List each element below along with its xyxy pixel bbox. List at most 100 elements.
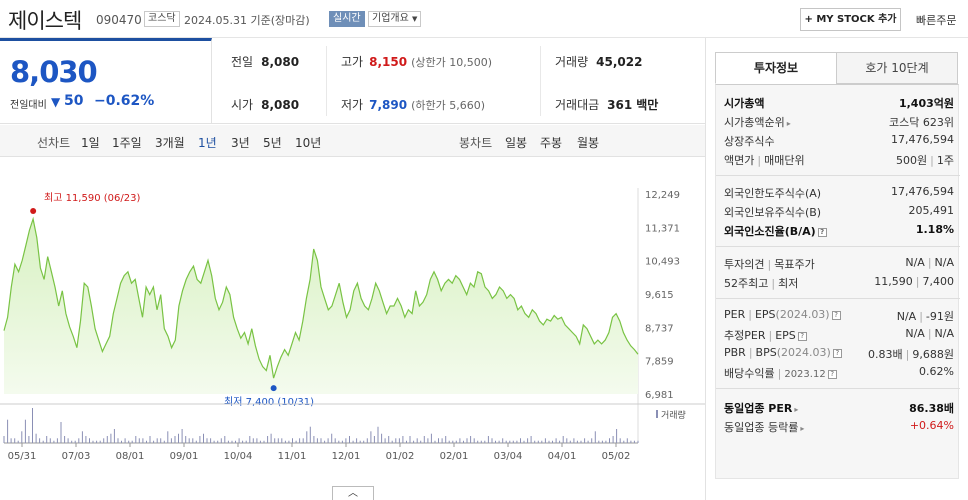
high-label: 최고 11,590 (06/23) (44, 192, 140, 204)
change-percent: −0.62% (94, 93, 155, 109)
divider (716, 175, 960, 176)
period-3y[interactable]: 3년 (231, 134, 250, 151)
candle-weekly[interactable]: 주봉 (540, 134, 562, 151)
y-tick-label: 8,737 (645, 323, 674, 334)
low-label: 최저 7,400 (10/31) (224, 396, 314, 408)
price-chart-svg: 12,249 11,371 10,493 9,615 8,737 7,859 6,981 최고… (0, 188, 705, 462)
realtime-button[interactable]: 실시간 (329, 11, 365, 27)
help-icon[interactable]: ? (797, 332, 807, 341)
y-tick-label: 7,859 (645, 357, 674, 368)
listed-shares-row: 상장주식수 17,476,594 (724, 133, 954, 148)
foreign-holding-row: 외국인보유주식수(B) 205,491 (724, 204, 954, 219)
help-icon[interactable]: ? (827, 370, 837, 379)
estimated-per-row: 추정PER | EPS? N/A | N/A (724, 327, 954, 342)
divider (716, 298, 960, 299)
volume-legend-label: 거래량 (661, 409, 686, 421)
volume: 거래량 45,022 (555, 55, 643, 69)
add-mystock-button[interactable]: + MY STOCK 추가 (800, 8, 901, 31)
high-marker (30, 208, 37, 215)
x-tick-label: 07/03 (62, 451, 91, 462)
period-1w[interactable]: 1주일 (112, 134, 142, 151)
investment-info-table: 시가총액 1,403억원 시가총액순위 ▸ 코스닥 623위 상장주식수 17,476,… (715, 84, 960, 479)
quote-summary: 8,030 전일대비 ▼ 50 −0.62% 전일 8,080 시가 8,080 고… (0, 38, 705, 124)
x-tick-label: 05/02 (602, 451, 631, 462)
change-value: 50 (64, 93, 84, 109)
down-arrow-icon: ▼ (51, 95, 61, 109)
x-tick-label: 10/04 (224, 451, 253, 462)
y-tick-label: 11,371 (645, 223, 680, 234)
change-label: 전일대비 (10, 100, 47, 111)
x-tick-label: 03/04 (494, 451, 523, 462)
market-cap-row: 시가총액 1,403억원 (724, 97, 954, 110)
investment-panel: 투자정보 호가 10단계 시가총액 1,403억원 시가총액순위 ▸ 코스닥 623위… (705, 38, 968, 500)
x-tick-label: 08/01 (116, 451, 145, 462)
market-cap-rank-row: 시가총액순위 ▸ 코스닥 623위 (724, 116, 954, 129)
current-price: 8,030 (10, 55, 98, 89)
x-tick-label: 11/01 (278, 451, 307, 462)
par-value-row: 액면가 | 매매단위 500원 | 1주 (724, 154, 954, 167)
y-tick-label: 12,249 (645, 190, 680, 201)
candle-daily[interactable]: 일봉 (505, 134, 527, 151)
current-price-box: 8,030 전일대비 ▼ 50 −0.62% (0, 38, 212, 124)
52week-row: 52주최고 | 최저 11,590 | 7,400 (724, 275, 954, 290)
period-1d[interactable]: 1일 (81, 134, 100, 151)
x-tick-label: 09/01 (170, 451, 199, 462)
high-price: 고가 8,150 (상한가 10,500) (341, 55, 492, 69)
low-marker (270, 385, 277, 392)
caret-right-icon: ▸ (786, 119, 791, 128)
line-chart-label: 선차트 (37, 136, 71, 150)
y-tick-label: 9,615 (645, 290, 674, 301)
stock-header: 제이스텍 090470 코스닥 2024.05.31 기준(장마감) 실시간 기… (0, 0, 968, 38)
price-area-fill (4, 219, 638, 394)
quick-order-link[interactable]: 빠른주문 (916, 12, 956, 28)
help-icon[interactable]: ? (832, 349, 842, 358)
y-tick-label: 6,981 (645, 390, 674, 401)
tab-investment-info[interactable]: 투자정보 (715, 52, 837, 84)
low-price: 저가 7,890 (하한가 5,660) (341, 98, 485, 112)
panel-tabs: 투자정보 호가 10단계 (715, 52, 959, 84)
x-tick-label: 01/02 (386, 451, 415, 462)
x-tick-label: 02/01 (440, 451, 469, 462)
stock-name: 제이스텍 (8, 9, 82, 33)
pbr-row: PBR | BPS(2024.03)? 0.83배 | 9,688원 (724, 346, 954, 361)
caret-right-icon: ▸ (794, 405, 799, 414)
foreign-limit-row: 외국인한도주식수(A) 17,476,594 (724, 185, 954, 200)
price-chart[interactable]: 12,249 11,371 10,493 9,615 8,737 7,859 6,981 최고… (0, 158, 705, 500)
y-tick-label: 10,493 (645, 257, 680, 268)
chevron-up-icon: ︿ (348, 488, 358, 499)
candle-monthly[interactable]: 월봉 (577, 134, 599, 151)
period-3m[interactable]: 3개월 (155, 134, 185, 151)
x-tick-label: 12/01 (332, 451, 361, 462)
open-price: 시가 8,080 (231, 98, 300, 112)
prev-close: 전일 8,080 (231, 55, 300, 69)
market-badge: 코스닥 (144, 11, 180, 27)
caret-right-icon: ▸ (800, 424, 805, 433)
per-row: PER | EPS(2024.03)? N/A | -91원 (724, 308, 954, 323)
opinion-row: 투자의견 | 목표주가 N/A | N/A (724, 256, 954, 271)
dividend-yield-row: 배당수익률 | 2023.12? 0.62% (724, 365, 954, 380)
candle-chart-label: 봉차트 (459, 136, 493, 150)
divider (540, 46, 541, 116)
expand-chart-button[interactable]: ︿ (332, 486, 374, 500)
divider (326, 46, 327, 116)
help-icon[interactable]: ? (817, 228, 827, 237)
period-5y[interactable]: 5년 (263, 134, 282, 151)
trade-amount: 거래대금 361 백만 (555, 98, 659, 112)
foreign-ratio-row: 외국인소진율(B/A)? 1.18% (724, 223, 954, 238)
period-selector: 선차트 1일 1주일 3개월 1년 3년 5년 10년 봉차트 일봉 주봉 월봉 (0, 125, 705, 157)
company-overview-dropdown[interactable]: 기업개요 ▼ (368, 11, 422, 27)
stock-code: 090470 (96, 13, 142, 27)
help-icon[interactable]: ? (831, 311, 841, 320)
period-1y[interactable]: 1년 (198, 134, 217, 151)
sector-change-row: 동일업종 등락률 ▸ +0.64% (724, 419, 954, 434)
quote-date: 2024.05.31 기준(장마감) (184, 14, 310, 27)
divider (716, 246, 960, 247)
divider (716, 388, 960, 389)
tab-orderbook[interactable]: 호가 10단계 (836, 52, 958, 84)
sector-per-row: 동일업종 PER ▸ 86.38배 (724, 402, 954, 415)
period-10y[interactable]: 10년 (295, 134, 321, 151)
x-tick-label: 04/01 (548, 451, 577, 462)
volume-legend-swatch (656, 410, 658, 418)
chevron-down-icon: ▼ (412, 15, 418, 23)
x-tick-label: 05/31 (8, 451, 37, 462)
